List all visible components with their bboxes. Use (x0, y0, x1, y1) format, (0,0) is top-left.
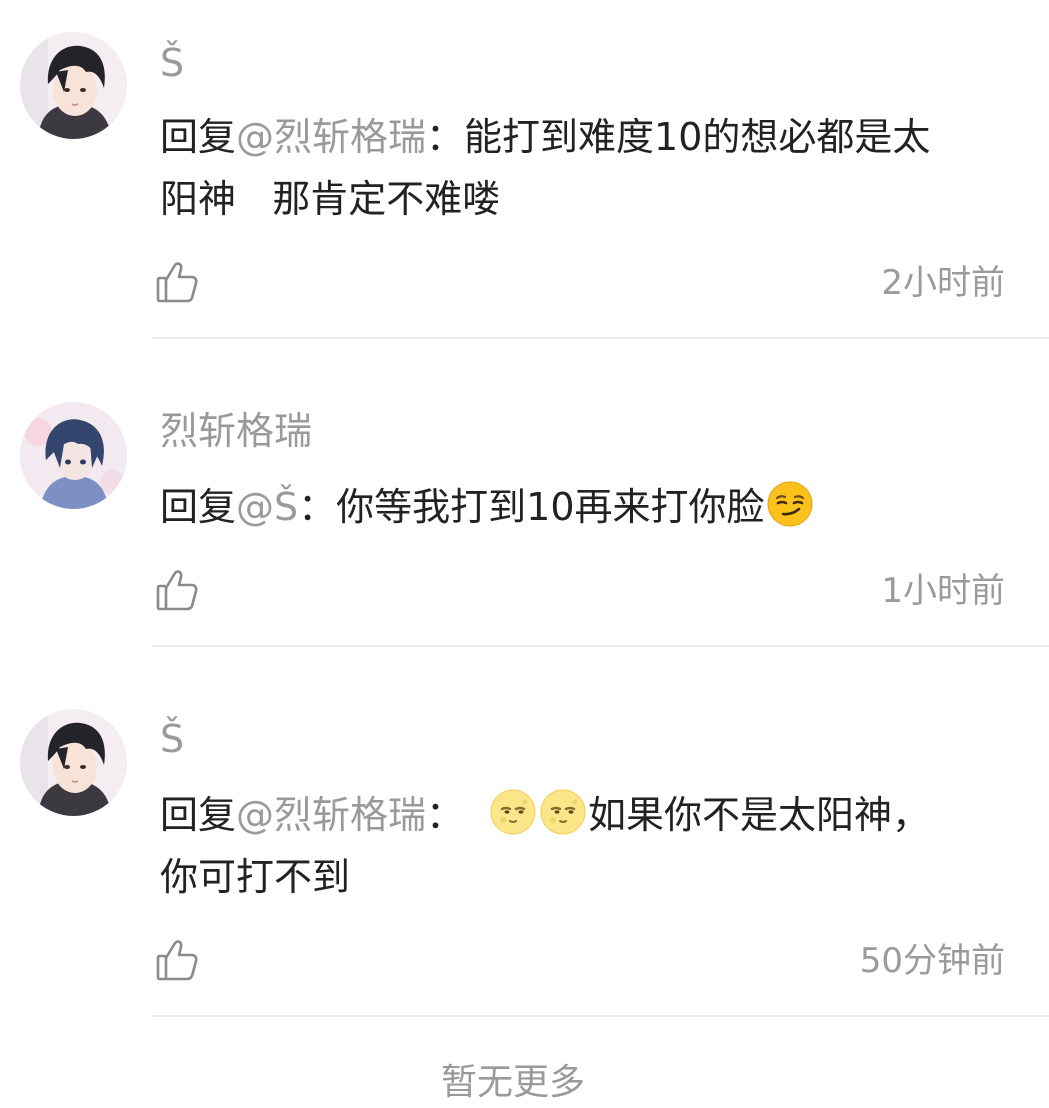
smirking-face-emoji (767, 481, 813, 527)
full-moon-face-emoji (490, 789, 536, 835)
colon: ： (298, 485, 337, 529)
reply-prefix: 回复 (160, 115, 237, 159)
reply-prefix: 回复 (160, 793, 237, 837)
reply-prefix: 回复 (160, 485, 237, 529)
colon: ： (426, 115, 465, 159)
comment-text-line: 能打到难度10的想必都是太 (464, 115, 931, 159)
user-avatar[interactable] (20, 402, 127, 509)
username[interactable]: 烈斩格瑞 (160, 406, 312, 456)
mention-link[interactable]: @烈斩格瑞 (236, 115, 426, 159)
avatar-anime-blue-hair-icon (20, 402, 127, 509)
comment-text-line: 你等我打到10再来打你脸 (336, 485, 765, 529)
comment-text: 回复@烈斩格瑞：能打到难度10的想必都是太 阳神 那肯定不难喽 (160, 106, 1020, 230)
timestamp: 2小时前 (881, 263, 1005, 303)
like-thumb-icon[interactable] (154, 567, 200, 613)
comment-text: 回复@烈斩格瑞： 如果你不是太阳神， 你可打不到 (160, 784, 1020, 908)
divider (152, 645, 1049, 647)
like-thumb-icon[interactable] (154, 937, 200, 983)
user-avatar[interactable] (20, 32, 127, 139)
username[interactable]: Š (160, 714, 184, 764)
timestamp: 1小时前 (881, 571, 1005, 611)
timestamp: 50分钟前 (859, 941, 1005, 981)
comment-text-line: 如果你不是太阳神， (588, 793, 931, 837)
mention-link[interactable]: @烈斩格瑞 (236, 793, 426, 837)
divider (152, 1015, 1049, 1017)
user-avatar[interactable] (20, 709, 127, 816)
username[interactable]: Š (160, 38, 184, 88)
colon: ： (426, 793, 465, 837)
full-moon-face-emoji (540, 789, 586, 835)
mention-link[interactable]: @Š (236, 485, 298, 529)
comment-text-line: 你可打不到 (160, 855, 351, 899)
divider (152, 337, 1049, 339)
like-thumb-icon[interactable] (154, 259, 200, 305)
comment-text-line: 阳神 那肯定不难喽 (160, 177, 501, 221)
avatar-dark-hair-boy-icon (20, 709, 127, 816)
no-more-footer: 暂无更多 (440, 1062, 585, 1103)
comment-text: 回复@Š：你等我打到10再来打你脸 (160, 476, 1020, 538)
avatar-dark-hair-boy-icon (20, 32, 127, 139)
